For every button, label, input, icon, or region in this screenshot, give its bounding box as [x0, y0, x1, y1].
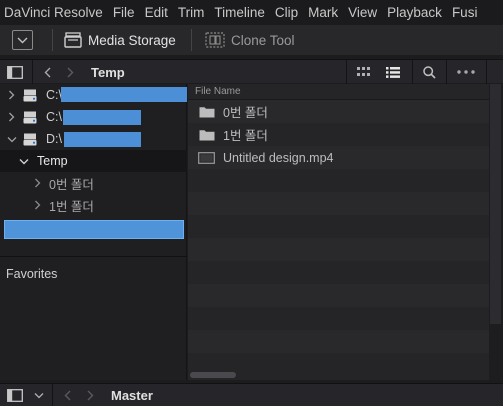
drive-label: D:\ [46, 132, 62, 146]
more-options-button[interactable] [457, 60, 475, 84]
file-name: 0번 폴더 [223, 106, 268, 120]
drive-name-redacted [64, 132, 141, 147]
chevron-down-icon [17, 37, 28, 43]
menu-davinci-resolve[interactable]: DaVinci Resolve [0, 0, 108, 25]
menu-mark[interactable]: Mark [303, 0, 343, 25]
file-row-folder-0[interactable]: 0번 폴더 [188, 100, 489, 123]
drive-label: C:\ [46, 110, 62, 124]
vertical-scrollbar[interactable] [489, 84, 503, 380]
file-row-video[interactable]: Untitled design.mp4 [188, 146, 489, 169]
chevron-left-icon [64, 390, 71, 401]
back-button[interactable] [64, 384, 72, 406]
menu-view[interactable]: View [343, 0, 382, 25]
folder-icon [199, 106, 215, 117]
list-view-button[interactable] [386, 60, 400, 84]
menu-playback[interactable]: Playback [382, 0, 447, 25]
file-row-folder-1[interactable]: 1번 폴더 [188, 123, 489, 146]
pane-divider [0, 256, 187, 257]
chevron-right-icon [67, 67, 74, 77]
more-icon [457, 70, 475, 74]
chevron-right-icon [87, 390, 94, 401]
menu-timeline[interactable]: Timeline [209, 0, 270, 25]
search-icon [423, 65, 436, 79]
tree-item-drive-c-2[interactable]: C:\ [0, 106, 187, 128]
list-view-icon [386, 66, 400, 78]
drive-icon [23, 111, 37, 123]
menu-clip[interactable]: Clip [270, 0, 303, 25]
clone-tool-label: Clone Tool [231, 32, 295, 48]
horizontal-scrollbar-thumb[interactable] [190, 372, 236, 378]
clone-tool-icon [205, 32, 225, 48]
back-button[interactable] [44, 60, 52, 84]
drive-icon [23, 89, 37, 101]
sidebar-toggle-icon [7, 389, 23, 402]
chevron-down-icon [34, 393, 44, 399]
thumbnail-view-button[interactable] [357, 60, 371, 84]
current-folder-label: Temp [91, 64, 125, 80]
path-bar: Temp [0, 59, 503, 84]
panel-dropdown-button[interactable] [12, 30, 33, 50]
chevron-right-icon [9, 112, 15, 122]
drive-icon [23, 133, 37, 145]
folder-icon [199, 129, 215, 140]
drive-name-redacted [61, 87, 187, 102]
bin-dropdown-button[interactable] [34, 384, 44, 406]
media-storage-icon [64, 32, 82, 48]
storage-tree-panel: C:\ C:\ D:\ Temp 0번 폴더 1번 폴더 Favorites [0, 84, 187, 380]
bottom-bar: Master [0, 383, 503, 406]
file-list-panel: File Name 0번 폴더 1번 폴더 Untitled design.mp… [188, 84, 489, 380]
toolbar: Media Storage Clone Tool [0, 25, 503, 55]
menu-bar: DaVinci Resolve File Edit Trim Timeline … [0, 0, 503, 25]
tree-item-drive-c-1[interactable]: C:\ [0, 84, 187, 106]
clone-tool-button[interactable]: Clone Tool [205, 25, 295, 55]
chevron-right-icon [9, 90, 15, 100]
search-button[interactable] [423, 60, 436, 84]
forward-button[interactable] [66, 60, 74, 84]
chevron-left-icon [44, 67, 51, 77]
bin-label: Master [111, 388, 153, 403]
redacted-item-bar [4, 220, 184, 239]
tree-item-temp[interactable]: Temp [0, 150, 187, 172]
toggle-sidebar-button[interactable] [7, 60, 23, 84]
chevron-down-icon [19, 158, 29, 164]
column-header-file-name[interactable]: File Name [188, 84, 489, 100]
tree-item-subfolder-0[interactable]: 0번 폴더 [0, 172, 187, 194]
file-name: 1번 폴더 [223, 129, 268, 143]
tree-item-drive-d[interactable]: D:\ [0, 128, 187, 150]
file-name: Untitled design.mp4 [223, 150, 334, 165]
sidebar-toggle-icon [7, 65, 23, 79]
toolbar-divider [52, 29, 53, 51]
menu-trim[interactable]: Trim [173, 0, 210, 25]
chevron-right-icon [35, 178, 41, 188]
tree-item-subfolder-1[interactable]: 1번 폴더 [0, 194, 187, 216]
toggle-bin-list-button[interactable] [7, 384, 23, 406]
forward-button[interactable] [86, 384, 94, 406]
media-storage-label: Media Storage [88, 32, 176, 48]
menu-fusion[interactable]: Fusi [447, 0, 483, 25]
media-storage-button[interactable]: Media Storage [64, 25, 176, 55]
menu-edit[interactable]: Edit [140, 0, 173, 25]
drive-label: C:\ [46, 88, 62, 102]
menu-file[interactable]: File [108, 0, 140, 25]
tree-item-label: 1번 폴더 [49, 199, 94, 214]
chevron-right-icon [35, 200, 41, 210]
tree-item-label: Temp [37, 154, 68, 168]
video-clip-icon [198, 151, 215, 164]
drive-name-redacted [63, 110, 141, 125]
grid-view-icon [357, 67, 370, 76]
favorites-heading: Favorites [6, 267, 58, 281]
toolbar-divider [191, 29, 192, 51]
chevron-down-icon [7, 136, 17, 142]
tree-item-label: 0번 폴더 [49, 177, 94, 192]
